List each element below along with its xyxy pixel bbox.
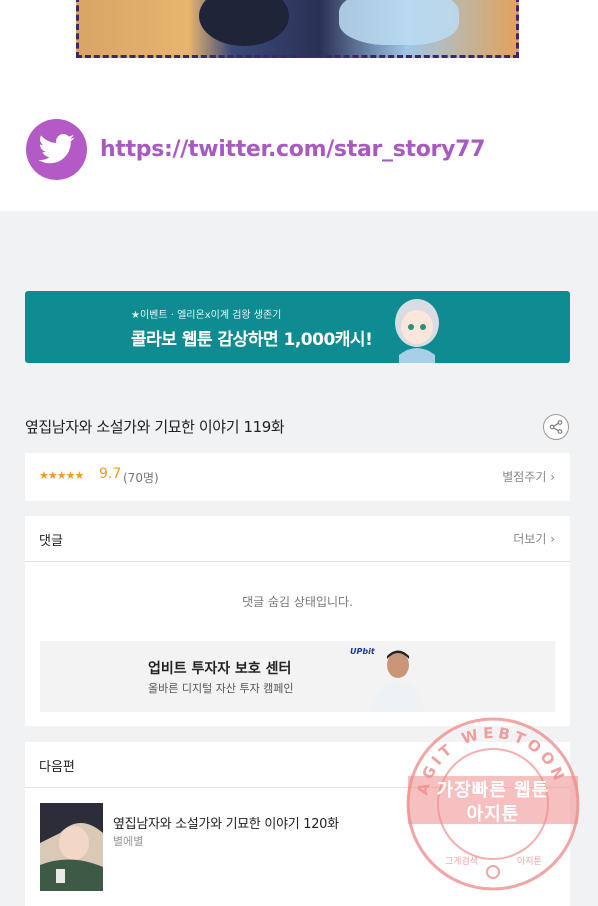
- twitter-url[interactable]: https://twitter.com/star_story77: [100, 137, 485, 162]
- comic-end-area: https://twitter.com/star_story77: [0, 0, 598, 211]
- banner-character-illustration: [395, 299, 439, 363]
- rating-card: ★★★★★ 9.7 (70명) 별점주기 ›: [25, 453, 570, 501]
- comment-more-link[interactable]: 더보기 ›: [513, 530, 555, 547]
- share-icon: [549, 420, 563, 434]
- rating-stars-icon: ★★★★★: [39, 469, 84, 482]
- next-heading: 다음편: [39, 760, 75, 775]
- ad-subtitle: 올바른 디지털 자산 투자 캠페인: [148, 682, 294, 695]
- next-episode-author: 별에별: [113, 835, 144, 848]
- upbit-ad[interactable]: 업비트 투자자 보호 센터 올바른 디지털 자산 투자 캠페인 UPbit: [40, 641, 555, 712]
- comment-hidden-message: 댓글 숨김 상태입니다.: [242, 595, 353, 609]
- banner-headline: 콜라보 웹툰 감상하면 1,000캐시!: [131, 330, 373, 350]
- svg-text:아지툰: 아지툰: [517, 856, 542, 867]
- divider: [25, 561, 570, 562]
- twitter-icon: [26, 118, 87, 180]
- ad-person-photo: [372, 650, 424, 712]
- comment-heading: 댓글: [39, 534, 63, 549]
- next-episode-title[interactable]: 옆집남자와 소설가와 기묘한 이야기 120화: [113, 813, 339, 832]
- watermark-line1: 가장빠른 웹툰: [436, 780, 550, 801]
- next-episode-thumbnail[interactable]: [40, 803, 103, 891]
- rating-score: 9.7: [99, 466, 122, 482]
- event-banner[interactable]: ★이벤트 · 엘리온x이계 검왕 생존기 콜라보 웹툰 감상하면 1,000캐시…: [25, 291, 570, 363]
- twitter-link-row[interactable]: https://twitter.com/star_story77: [26, 118, 485, 180]
- share-button[interactable]: [543, 414, 569, 440]
- ad-title: 업비트 투자자 보호 센터: [148, 661, 292, 677]
- comment-card: 댓글 더보기 › 댓글 숨김 상태입니다. 업비트 투자자 보호 센터 올바른 …: [25, 516, 570, 726]
- svg-text:그게검색: 그게검색: [445, 855, 478, 867]
- watermark-line2: 아지툰: [466, 804, 520, 825]
- comic-panel-image: [76, 0, 519, 58]
- rating-count: (70명): [123, 471, 159, 485]
- episode-title: 옆집남자와 소설가와 기묘한 이야기 119화: [25, 418, 285, 436]
- rate-button[interactable]: 별점주기 ›: [502, 468, 555, 485]
- banner-small-text: ★이벤트 · 엘리온x이계 검왕 생존기: [131, 310, 282, 321]
